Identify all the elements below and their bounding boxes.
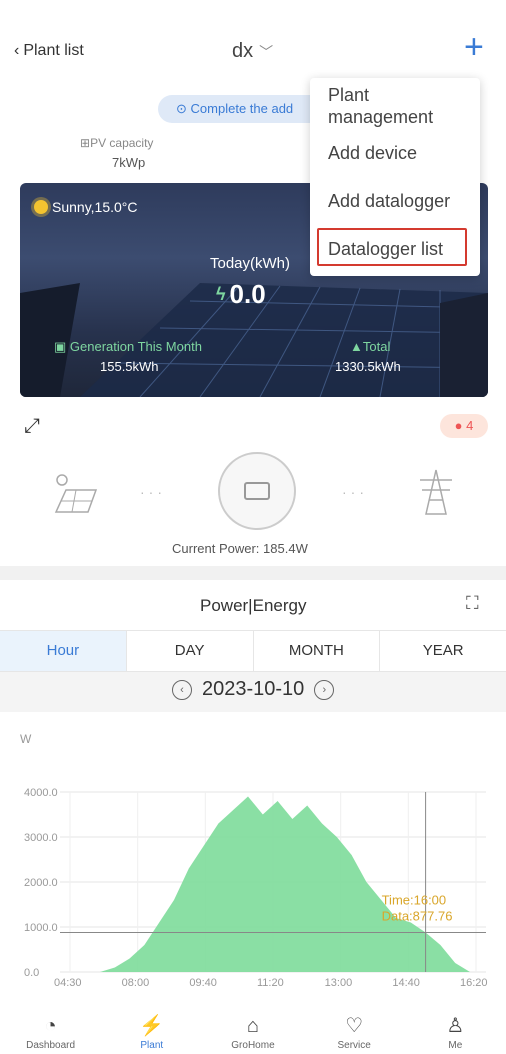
x-tick-label: 16:20	[460, 977, 488, 989]
tab-hour[interactable]: Hour	[0, 631, 127, 671]
date-bar: ‹ 2023-10-10 ›	[0, 672, 506, 712]
user-icon: ♙	[446, 1015, 465, 1037]
tab-year[interactable]: YEAR	[380, 631, 506, 671]
x-tick-label: 14:40	[392, 977, 420, 989]
chevron-left-icon: ‹	[14, 42, 20, 59]
tab-month[interactable]: MONTH	[254, 631, 381, 671]
notice-text: Complete the add	[190, 101, 294, 116]
plant-name: dx	[232, 40, 254, 62]
calendar-icon: ▣	[54, 339, 67, 354]
pv-capacity-label: ⊞PV capacity	[80, 136, 154, 150]
today-label: Today(kWh)	[210, 255, 291, 272]
y-tick-label: 3000.0	[24, 832, 58, 844]
grid-tower-icon	[420, 469, 452, 515]
flow-dots-left: ···	[140, 484, 166, 500]
date-value: 2023-10-10	[202, 678, 305, 700]
menu-item-add-device[interactable]: Add device	[328, 142, 417, 164]
inverter-icon[interactable]	[218, 452, 296, 530]
weather: Sunny,15.0°C	[34, 199, 138, 215]
y-tick-label: 0.0	[24, 967, 39, 979]
nav-plant[interactable]: ⚡ Plant	[112, 1010, 192, 1054]
generation-month-label: ▣ Generation This Month	[54, 339, 202, 354]
menu-item-datalogger-list[interactable]: Datalogger list	[328, 238, 443, 260]
fullscreen-icon[interactable]: ⛶	[466, 593, 479, 614]
today-value: ϟ 0.0	[216, 279, 266, 309]
x-tick-label: 13:00	[325, 977, 353, 989]
bottom-nav: ◔ Dashboard ⚡ Plant ⌂ GroHome ♡ Service …	[0, 1010, 506, 1054]
next-date-button[interactable]: ›	[314, 679, 335, 700]
plus-icon[interactable]: +	[464, 30, 484, 64]
menu-item-plant-management[interactable]: Plant management	[328, 84, 468, 128]
nav-dashboard[interactable]: ◔ Dashboard	[11, 1010, 91, 1054]
dashboard-icon: ◔	[44, 1015, 57, 1037]
nav-me[interactable]: ♙ Me	[415, 1010, 495, 1054]
x-tick-label: 04:30	[54, 977, 82, 989]
y-tick-label: 4000.0	[24, 787, 58, 799]
chart-unit: W	[20, 732, 32, 746]
current-power: Current Power: 185.4W	[172, 541, 308, 556]
tooltip-data: Data:877.76	[382, 909, 453, 924]
alarm-icon: ●	[454, 418, 463, 433]
alert-badge[interactable]: ● 4	[440, 414, 488, 438]
back-label: Plant list	[23, 42, 84, 59]
plant-selector[interactable]: dx ﹀	[232, 40, 273, 63]
power-chart[interactable]: 4000.0 3000.0 2000.0 1000.0 0.0 04:30 08:00 09:…	[0, 770, 506, 1010]
back-button[interactable]: ‹ Plant list	[14, 42, 84, 60]
pv-capacity-value: 7kWp	[112, 155, 146, 170]
add-menu: Plant management Add device Add datalogg…	[310, 78, 480, 276]
service-icon: ♡	[345, 1015, 364, 1037]
area-series	[100, 796, 470, 972]
energy-title: Power|Energy	[200, 596, 307, 615]
section-divider	[0, 566, 506, 580]
y-tick-label: 1000.0	[24, 922, 58, 934]
chevron-down-icon: ﹀	[259, 43, 274, 60]
tooltip-time: Time:16:00	[382, 893, 447, 908]
total-value: 1330.5kWh	[335, 359, 401, 374]
weather-text: Sunny,15.0°C	[52, 199, 138, 215]
x-tick-label: 11:20	[257, 977, 284, 989]
total-icon: ▲	[350, 339, 363, 354]
nav-service[interactable]: ♡ Service	[314, 1010, 394, 1054]
tab-day[interactable]: DAY	[127, 631, 254, 671]
x-tick-label: 09:40	[189, 977, 217, 989]
sun-icon	[34, 200, 48, 214]
solar-panel-icon	[54, 474, 98, 513]
generation-month-value: 155.5kWh	[100, 359, 159, 374]
nav-grohome[interactable]: ⌂ GroHome	[213, 1010, 293, 1054]
home-icon: ⌂	[246, 1015, 260, 1037]
flow-dots-right: ···	[342, 484, 368, 500]
expand-icon[interactable]: ⤢	[24, 415, 40, 438]
period-tabs: Hour DAY MONTH YEAR	[0, 630, 506, 672]
y-tick-label: 2000.0	[24, 877, 58, 889]
total-label: ▲Total	[350, 339, 391, 354]
prev-date-button[interactable]: ‹	[172, 679, 192, 700]
location-icon: ⊙	[176, 101, 187, 116]
x-tick-label: 08:00	[122, 977, 150, 989]
menu-item-add-datalogger[interactable]: Add datalogger	[328, 190, 450, 212]
plant-icon: ⚡	[139, 1015, 165, 1037]
lightning-icon: ϟ	[216, 284, 226, 304]
pv-icon: ⊞	[80, 136, 91, 150]
